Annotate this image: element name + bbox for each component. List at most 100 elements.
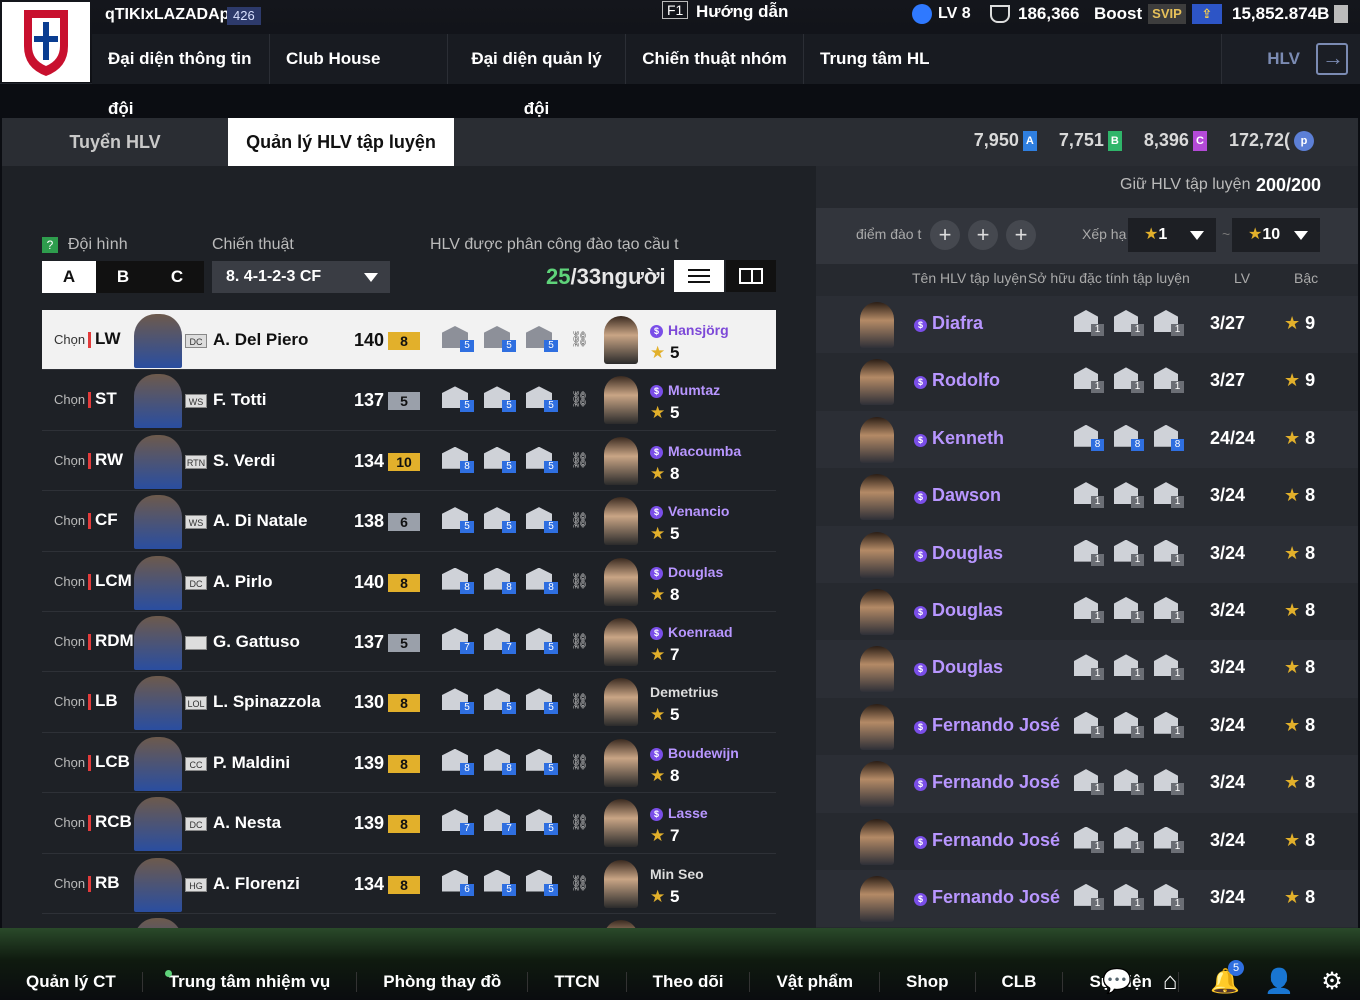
- profile-icon[interactable]: 👤: [1264, 968, 1294, 996]
- link-icon[interactable]: ⛓: [570, 330, 589, 348]
- training-trait-icon[interactable]: 1: [1154, 482, 1184, 509]
- training-trait-icon[interactable]: 5: [526, 627, 558, 654]
- player-row[interactable]: Chọn RCB DC A. Nesta 139 8 7 7 5 ⛓ $ Lasse ★ 7: [42, 793, 776, 854]
- player-row[interactable]: Chọn LB LOL L. Spinazzola 130 8 5 5 5 ⛓ Demetrius ★…: [42, 672, 776, 733]
- player-row[interactable]: Chọn LCB CC P. Maldini 139 8 8 8 5 ⛓ $ Boudewijn ★ 8: [42, 733, 776, 794]
- choose-label[interactable]: Chọn: [54, 574, 85, 589]
- training-trait-icon[interactable]: 1: [1114, 654, 1144, 681]
- chat-icon[interactable]: 💬: [1102, 968, 1132, 996]
- nav-training-center[interactable]: Trung tâm HL: [804, 34, 1222, 84]
- link-icon[interactable]: ⛓: [570, 632, 589, 650]
- choose-label[interactable]: Chọn: [54, 876, 85, 891]
- training-trait-icon[interactable]: 8: [1154, 424, 1184, 451]
- upgrade-icon[interactable]: ⇪: [1191, 4, 1222, 24]
- formation-c[interactable]: C: [150, 261, 204, 293]
- bottom-nav-item[interactable]: Phòng thay đồ: [357, 972, 529, 992]
- coach-row[interactable]: $ Diafra 1 1 1 3/27 ★ 9: [816, 296, 1358, 354]
- home-icon[interactable]: ⌂: [1156, 968, 1184, 996]
- training-trait-icon[interactable]: 5: [442, 326, 474, 352]
- link-icon[interactable]: ⛓: [570, 572, 589, 590]
- choose-label[interactable]: Chọn: [54, 332, 85, 347]
- training-trait-icon[interactable]: 8: [1074, 424, 1104, 451]
- training-trait-icon[interactable]: 1: [1074, 539, 1104, 566]
- training-trait-icon[interactable]: 1: [1114, 367, 1144, 394]
- tab-recruit-coach[interactable]: Tuyển HLV: [2, 118, 228, 166]
- training-trait-icon[interactable]: 1: [1074, 769, 1104, 796]
- training-trait-icon[interactable]: 8: [1114, 424, 1144, 451]
- training-trait-icon[interactable]: 1: [1074, 367, 1104, 394]
- link-icon[interactable]: ⛓: [570, 874, 589, 892]
- col-trait[interactable]: Sở hữu đặc tính tập luyện: [1028, 270, 1190, 286]
- training-trait-icon[interactable]: 1: [1114, 310, 1144, 336]
- training-trait-icon[interactable]: 5: [484, 507, 516, 534]
- guide-button[interactable]: Hướng dẫn: [696, 2, 788, 22]
- add-filter-3-button[interactable]: +: [1006, 220, 1036, 250]
- training-trait-icon[interactable]: 1: [1074, 826, 1104, 853]
- bottom-nav-item[interactable]: Trung tâm nhiệm vụ: [143, 970, 358, 992]
- tactic-dropdown[interactable]: 8. 4-1-2-3 CF: [212, 261, 390, 293]
- training-trait-icon[interactable]: 5: [442, 688, 474, 715]
- player-row[interactable]: Chọn CF WS A. Di Natale 138 6 5 5 5 ⛓ $ Venancio ★ 5: [42, 491, 776, 552]
- coach-row[interactable]: $ Dawson 1 1 1 3/24 ★ 8: [816, 468, 1358, 525]
- training-trait-icon[interactable]: 7: [442, 627, 474, 654]
- bottom-nav-item[interactable]: Vật phẩm: [750, 972, 880, 992]
- choose-label[interactable]: Chọn: [54, 392, 85, 407]
- training-trait-icon[interactable]: 1: [1114, 539, 1144, 566]
- player-row[interactable]: Chọn LCM DC A. Pirlo 140 8 8 8 8 ⛓ $ Douglas ★ 8: [42, 552, 776, 612]
- training-trait-icon[interactable]: 1: [1114, 769, 1144, 796]
- choose-label[interactable]: Chọn: [54, 815, 85, 830]
- training-trait-icon[interactable]: 5: [526, 688, 558, 715]
- training-trait-icon[interactable]: 1: [1154, 711, 1184, 738]
- training-trait-icon[interactable]: 1: [1154, 654, 1184, 681]
- nav-group-tactics[interactable]: Chiến thuật nhóm: [626, 34, 804, 84]
- add-filter-2-button[interactable]: +: [968, 220, 998, 250]
- bottom-nav-item[interactable]: Shop: [880, 972, 976, 992]
- training-trait-icon[interactable]: 1: [1114, 711, 1144, 738]
- col-lv[interactable]: LV: [1234, 270, 1250, 286]
- training-trait-icon[interactable]: 5: [442, 386, 474, 413]
- training-trait-icon[interactable]: 8: [484, 748, 516, 775]
- coach-row[interactable]: $ Kenneth 8 8 8 24/24 ★ 8: [816, 410, 1358, 469]
- bottom-nav-item[interactable]: Theo dõi: [627, 972, 751, 992]
- training-trait-icon[interactable]: 1: [1114, 826, 1144, 853]
- bottom-nav-item[interactable]: TTCN: [528, 972, 627, 992]
- bottom-nav-item[interactable]: Quản lý CT: [0, 972, 143, 992]
- training-trait-icon[interactable]: 5: [484, 386, 516, 413]
- nav-team-info[interactable]: Đại diện thông tin đội: [92, 34, 270, 118]
- training-trait-icon[interactable]: 5: [484, 869, 516, 896]
- hlv-exit-button[interactable]: HLV: [1222, 34, 1360, 84]
- training-trait-icon[interactable]: 7: [484, 627, 516, 654]
- choose-label[interactable]: Chọn: [54, 755, 85, 770]
- training-trait-icon[interactable]: 1: [1074, 711, 1104, 738]
- training-trait-icon[interactable]: 7: [484, 809, 516, 836]
- training-trait-icon[interactable]: 7: [442, 809, 474, 836]
- training-trait-icon[interactable]: 5: [526, 326, 558, 352]
- link-icon[interactable]: ⛓: [570, 692, 589, 710]
- rank-to-dropdown[interactable]: ★10: [1232, 218, 1320, 252]
- nav-club-house[interactable]: Club House: [270, 34, 448, 84]
- rank-from-dropdown[interactable]: ★1: [1128, 218, 1216, 252]
- coach-row[interactable]: $ Douglas 1 1 1 3/24 ★ 8: [816, 525, 1358, 583]
- training-trait-icon[interactable]: 1: [1154, 826, 1184, 853]
- training-trait-icon[interactable]: 8: [442, 567, 474, 594]
- link-icon[interactable]: ⛓: [570, 451, 589, 469]
- coach-row[interactable]: $ Douglas 1 1 1 3/24 ★ 8: [816, 583, 1358, 640]
- help-icon[interactable]: ?: [42, 237, 58, 253]
- training-trait-icon[interactable]: 1: [1074, 310, 1104, 336]
- coach-row[interactable]: $ Rodolfo 1 1 1 3/27 ★ 9: [816, 353, 1358, 410]
- coach-row[interactable]: $ Fernando José 1 1 1 3/24 ★ 8: [816, 813, 1358, 870]
- tab-manage-coach[interactable]: Quản lý HLV tập luyện: [228, 118, 454, 166]
- nav-team-management[interactable]: Đại diện quản lý đội: [448, 34, 626, 118]
- training-trait-icon[interactable]: 5: [526, 809, 558, 836]
- training-trait-icon[interactable]: 8: [484, 567, 516, 594]
- player-row[interactable]: Chọn RDM G. Gattuso 137 5 7 7 5 ⛓ $ Koenraad ★ 7: [42, 612, 776, 673]
- link-icon[interactable]: ⛓: [570, 390, 589, 408]
- bell-icon[interactable]: 🔔 5: [1210, 960, 1244, 996]
- training-trait-icon[interactable]: 1: [1154, 769, 1184, 796]
- player-row[interactable]: Chọn RW RTN S. Verdi 134 10 8 5 5 ⛓ $ Macoumba ★ 8: [42, 431, 776, 492]
- training-trait-icon[interactable]: 1: [1074, 883, 1104, 910]
- training-trait-icon[interactable]: 1: [1154, 367, 1184, 394]
- training-trait-icon[interactable]: 5: [442, 507, 474, 534]
- training-trait-icon[interactable]: 1: [1154, 310, 1184, 336]
- choose-label[interactable]: Chọn: [54, 453, 85, 468]
